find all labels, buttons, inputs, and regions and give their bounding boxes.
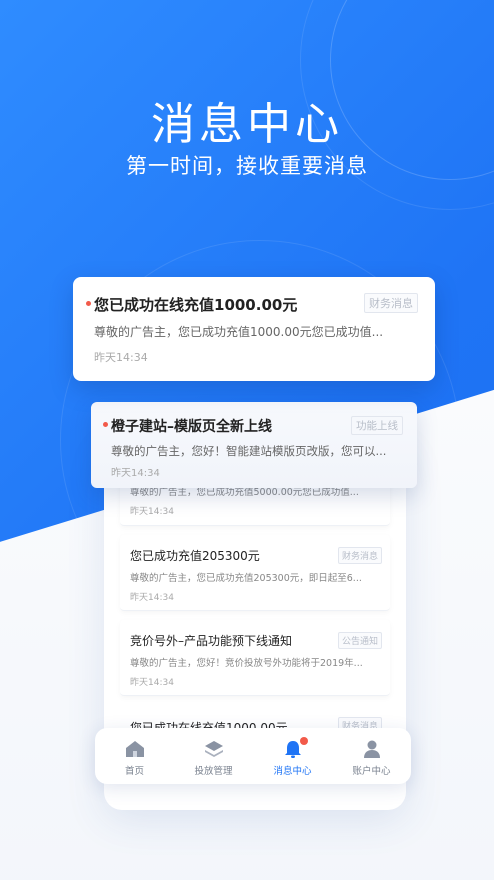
list-item-tag: 公告通知 [337, 632, 382, 649]
list-item-title: 您已成功充值205300元 [130, 549, 260, 563]
unread-dot [86, 301, 91, 306]
message-time: 昨天14:34 [94, 351, 148, 364]
layers-icon [204, 741, 223, 757]
page-title: 消息中心 [151, 99, 343, 150]
message-tag: 功能上线 [351, 416, 403, 435]
list-item-title: 竞价号外–产品功能预下线通知 [130, 634, 293, 648]
message-title: 橙子建站–模版页全新上线 [111, 419, 272, 435]
message-card[interactable]: 橙子建站–模版页全新上线 功能上线 尊敬的广告主，您好！智能建站模版页改版，您可… [91, 402, 417, 488]
message-time: 昨天14:34 [111, 468, 160, 479]
message-card[interactable]: 您已成功在线充值1000.00元 财务消息 尊敬的广告主，您已成功充值1000.… [73, 277, 435, 381]
tab-message-center[interactable]: 消息中心 [253, 728, 332, 784]
message-tag: 财务消息 [364, 293, 418, 313]
notification-badge [300, 737, 309, 745]
page-subtitle: 第一时间，接收重要消息 [126, 154, 368, 178]
user-icon [363, 740, 380, 758]
unread-dot [103, 422, 108, 427]
list-item-body: 尊敬的广告主，您好！竞价投放号外功能将于2019年... [130, 658, 363, 669]
tab-ad-management[interactable]: 投放管理 [174, 728, 253, 784]
message-title: 您已成功在线充值1000.00元 [94, 296, 298, 314]
tab-label: 消息中心 [273, 766, 312, 777]
list-item-tag: 财务消息 [337, 547, 382, 564]
message-body: 尊敬的广告主，您已成功充值1000.00元您已成功值... [94, 325, 384, 339]
home-icon [125, 741, 144, 757]
tab-account-center[interactable]: 账户中心 [332, 728, 411, 784]
list-item[interactable]: 竞价号外–产品功能预下线通知 公告通知 尊敬的广告主，您好！竞价投放号外功能将于… [120, 620, 390, 696]
tab-home[interactable]: 首页 [95, 728, 174, 784]
bottom-tab-bar: 首页 投放管理 消息中心 账户中心 [95, 728, 411, 784]
tab-label: 首页 [124, 766, 144, 777]
list-item-time: 昨天14:34 [130, 593, 174, 603]
promo-screen: 消息中心 第一时间，接收重要消息 尊敬的广告主，您已成功充值5000.00元您已… [0, 0, 494, 880]
tab-label: 投放管理 [194, 766, 233, 777]
tab-label: 账户中心 [352, 766, 391, 777]
list-item-time: 昨天14:34 [130, 678, 174, 688]
list-item[interactable]: 您已成功充值205300元 财务消息 尊敬的广告主，您已成功充值205300元，… [120, 535, 390, 611]
list-item-time: 昨天14:34 [130, 507, 174, 517]
list-item-body: 尊敬的广告主，您已成功充值205300元，即日起至6... [130, 573, 362, 584]
message-body: 尊敬的广告主，您好！智能建站模版页改版，您可以... [111, 444, 387, 458]
